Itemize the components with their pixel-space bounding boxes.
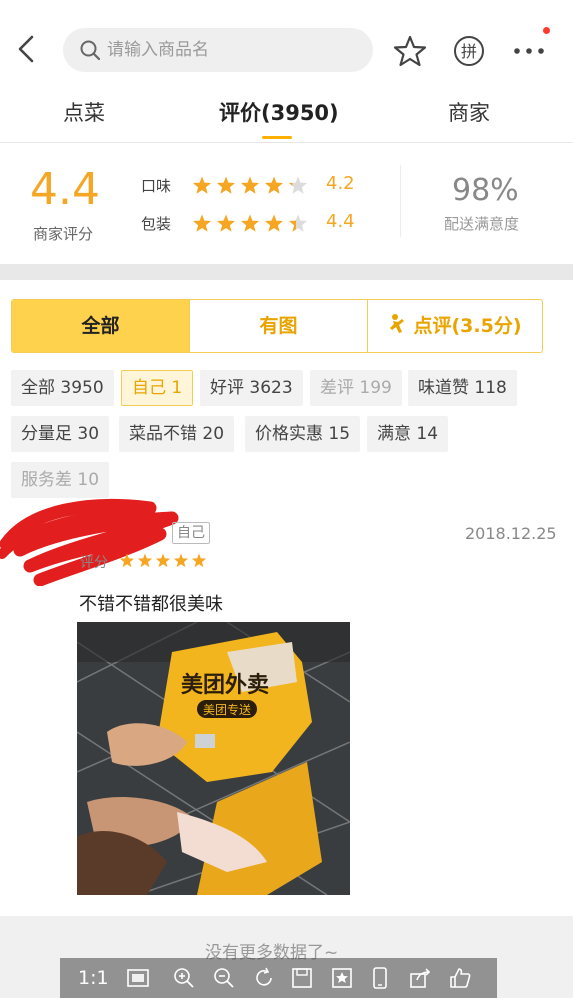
taste-stars: [192, 176, 308, 194]
review-filter-segments: 全部 有图 点评(3.5分): [11, 299, 543, 353]
like-icon[interactable]: [448, 966, 472, 990]
star-outline-icon: [393, 35, 427, 67]
notification-dot: [543, 27, 550, 34]
review-score-label: 评分: [80, 555, 108, 571]
tab-reviews[interactable]: 评价(3950): [219, 96, 339, 130]
tag-tasty[interactable]: 味道赞 118: [408, 370, 517, 406]
rating-star: [216, 176, 236, 194]
delivery-satisfaction-label: 配送满意度: [444, 215, 520, 233]
rating-star: [216, 214, 236, 232]
actual-size-button[interactable]: 1:1: [78, 966, 109, 990]
rating-star: [137, 553, 153, 568]
runner-icon: [390, 314, 405, 333]
back-button[interactable]: [12, 32, 42, 66]
image-viewer-toolbar: 1:1: [60, 958, 497, 998]
review-date: 2018.12.25: [465, 524, 557, 543]
review-photo[interactable]: 美团外卖 美团专送: [77, 622, 350, 895]
active-tab-indicator: [262, 136, 292, 139]
rating-star: [240, 176, 260, 194]
zoom-out-icon[interactable]: [212, 966, 236, 990]
divider: [400, 165, 401, 237]
pin-group-icon: 拼: [454, 36, 484, 66]
zoom-in-icon[interactable]: [172, 966, 196, 990]
rating-summary: 4.4 商家评分 口味 4.2 包装 4.4 98% 配送满意度: [0, 142, 573, 264]
rating-star: [192, 176, 212, 194]
review-score-label: 点评(3.5分): [413, 315, 522, 337]
review-text: 不错不错都很美味: [79, 594, 223, 615]
review-item: 自己 2018.12.25 评分 不错不错都很美味 美团外卖 美团专送: [0, 490, 573, 910]
header: 请输入商品名 拼 点菜 评价(3950) 商家: [0, 0, 573, 142]
rating-star: [264, 176, 284, 194]
rating-star: [192, 214, 212, 232]
more-button[interactable]: [512, 34, 546, 68]
chevron-left-icon: [18, 35, 34, 63]
filter-all-button[interactable]: 全部: [12, 300, 189, 352]
taste-value: 4.2: [326, 173, 355, 194]
fit-screen-icon[interactable]: [126, 966, 150, 990]
phone-icon[interactable]: [368, 966, 392, 990]
rating-star: [173, 553, 189, 568]
share-icon[interactable]: [408, 966, 432, 990]
rating-star: [191, 553, 207, 568]
search-input[interactable]: 请输入商品名: [63, 28, 373, 72]
photo-illustration: 美团外卖 美团专送: [77, 622, 350, 895]
tag-good-dishes[interactable]: 菜品不错 20: [119, 416, 235, 452]
packaging-value: 4.4: [326, 211, 355, 232]
tab-menu[interactable]: 点菜: [63, 96, 105, 130]
rating-star: [288, 176, 308, 194]
tag-negative[interactable]: 差评 199: [310, 370, 402, 406]
taste-label: 口味: [141, 177, 172, 195]
tag-big-portion[interactable]: 分量足 30: [11, 416, 110, 452]
pin-icon-label: 拼: [461, 42, 477, 61]
review-stars: [119, 553, 207, 568]
search-icon: [80, 40, 101, 61]
packaging-stars: [192, 214, 308, 232]
self-badge: 自己: [172, 522, 210, 544]
reviews-section: 全部 有图 点评(3.5分) 全部 3950 自己 1 好评 3623 差评 1…: [0, 280, 573, 916]
section-gap: [0, 264, 573, 280]
photo-sub-text: 美团专送: [203, 702, 251, 717]
rating-star: [240, 214, 260, 232]
tag-good-price[interactable]: 价格实惠 15: [245, 416, 361, 452]
search-placeholder: 请输入商品名: [107, 40, 209, 60]
overall-score: 4.4: [30, 164, 100, 215]
more-dots-icon: [514, 48, 544, 54]
rating-star: [288, 214, 308, 232]
photo-brand-text: 美团外卖: [181, 672, 269, 698]
delivery-satisfaction: 98%: [452, 173, 519, 208]
overall-score-label: 商家评分: [33, 225, 94, 243]
bookmark-icon[interactable]: [330, 966, 354, 990]
tag-all[interactable]: 全部 3950: [11, 370, 114, 406]
tag-positive[interactable]: 好评 3623: [200, 370, 303, 406]
rating-star: [119, 553, 135, 568]
group-order-button[interactable]: 拼: [452, 34, 486, 68]
rotate-icon[interactable]: [252, 966, 276, 990]
tag-self[interactable]: 自己 1: [121, 370, 194, 406]
tab-merchant[interactable]: 商家: [448, 96, 490, 130]
rating-star: [155, 553, 171, 568]
rating-star: [264, 214, 284, 232]
save-icon[interactable]: [290, 966, 314, 990]
favorite-button[interactable]: [393, 34, 427, 68]
tab-bar: 点菜 评价(3950) 商家: [0, 96, 573, 140]
filter-review-score-button[interactable]: 点评(3.5分): [367, 300, 543, 352]
tag-satisfied[interactable]: 满意 14: [367, 416, 449, 452]
navigation-bar: 请输入商品名 拼: [0, 0, 573, 100]
packaging-label: 包装: [141, 215, 172, 233]
filter-with-photo-button[interactable]: 有图: [189, 300, 367, 352]
